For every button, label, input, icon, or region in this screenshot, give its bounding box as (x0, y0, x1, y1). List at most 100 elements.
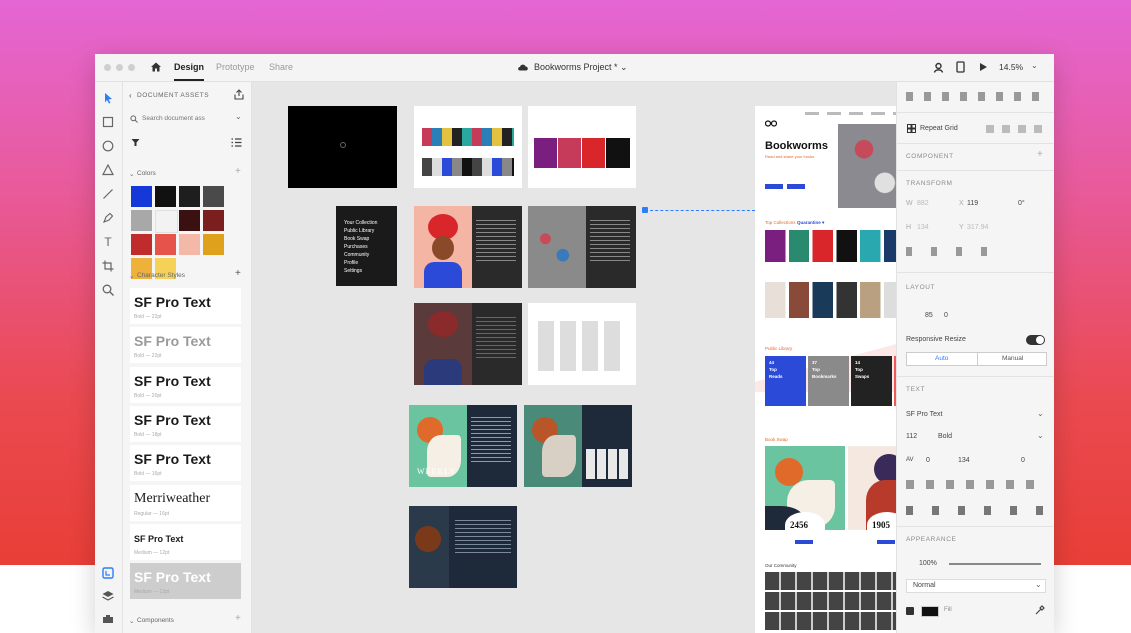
character-style-item[interactable]: SF Pro Text Bold — 22pt (130, 327, 241, 364)
select-tool-icon[interactable] (101, 91, 115, 105)
side-menu-item[interactable]: Community (344, 251, 377, 259)
repeat-grid-button[interactable]: Repeat Grid (920, 125, 958, 132)
color-swatch[interactable] (131, 186, 152, 207)
color-swatch[interactable] (155, 234, 176, 255)
window-close-dot[interactable] (104, 64, 111, 71)
add-character-style-button[interactable]: + (235, 268, 241, 279)
character-style-item[interactable]: SF Pro Text Bold — 22pt (130, 288, 241, 324)
boolean-ops-icons[interactable] (986, 125, 1046, 133)
padding-field[interactable]: 85 (925, 312, 933, 319)
add-color-button[interactable]: + (235, 166, 241, 177)
quarantine-dropdown[interactable]: Quarantine ▾ (797, 220, 824, 226)
add-component-button[interactable]: + (235, 613, 241, 624)
play-icon[interactable] (979, 62, 988, 72)
color-swatch[interactable] (179, 186, 200, 207)
y-field[interactable]: 317.94 (967, 224, 988, 231)
ellipse-tool-icon[interactable] (101, 139, 115, 153)
design-canvas[interactable]: Your Collection Public Library Book Swap Pu… (252, 82, 896, 633)
opacity-field[interactable]: 100% (919, 560, 937, 567)
share-icon[interactable] (234, 89, 244, 100)
font-size-field[interactable]: 112 (906, 433, 917, 440)
tab-share[interactable]: Share (269, 62, 293, 72)
side-menu-item[interactable]: Settings (344, 267, 377, 275)
user-icon[interactable] (933, 62, 944, 73)
color-swatch[interactable] (203, 210, 224, 231)
artboard-weekly[interactable] (528, 206, 636, 288)
artboard-collection[interactable] (414, 106, 522, 188)
character-style-item[interactable]: SF Pro Text Medium — 12pt (130, 523, 241, 560)
color-swatch[interactable] (179, 234, 200, 255)
side-menu-item[interactable]: Purchases (344, 243, 377, 251)
color-swatch[interactable] (155, 186, 176, 207)
character-style-item[interactable]: SF Pro Text Bold — 20pt (130, 366, 241, 403)
device-preview-icon[interactable] (956, 61, 965, 73)
swap-button-2[interactable] (877, 540, 895, 544)
artboard-weekly-dark[interactable] (409, 506, 517, 588)
blend-mode-dropdown[interactable]: Normal ⌄ (906, 579, 1046, 593)
fill-color-swatch[interactable] (921, 606, 939, 617)
library-tile[interactable]: 37 Top Bookmarks (808, 356, 849, 406)
color-swatch[interactable] (131, 234, 152, 255)
character-style-item[interactable]: SF Pro Text Bold — 16pt (130, 445, 241, 482)
character-style-item[interactable]: Merriweather Regular — 16pt (130, 484, 241, 521)
character-style-item[interactable]: SF Pro Text Medium — 12pt (130, 563, 241, 600)
font-family-dropdown[interactable]: SF Pro Text (906, 411, 942, 418)
home-icon[interactable] (150, 61, 162, 73)
artboard-splash[interactable] (288, 106, 397, 188)
polygon-tool-icon[interactable] (101, 163, 115, 177)
side-menu-item[interactable]: Book Swap (344, 235, 377, 243)
colors-chevron-icon[interactable]: ⌄ (129, 170, 134, 178)
artboard-weekly-green-2[interactable] (524, 405, 632, 487)
list-view-icon[interactable] (231, 138, 242, 147)
artboard-side-menu[interactable]: Your Collection Public Library Book Swap Pu… (336, 206, 397, 286)
opacity-slider[interactable] (949, 563, 1041, 565)
window-minimize-dot[interactable] (116, 64, 123, 71)
line-tool-icon[interactable] (101, 187, 115, 201)
height-field[interactable]: 134 (917, 224, 929, 231)
layers-icon[interactable] (101, 589, 115, 603)
window-maximize-dot[interactable] (128, 64, 135, 71)
artboard-web-homepage[interactable]: Bookworms Read and share your books Top … (755, 106, 896, 633)
artboard-grid-list[interactable] (528, 303, 636, 385)
text-tool-icon[interactable]: T (101, 235, 115, 249)
character-style-item[interactable]: SF Pro Text Bold — 18pt (130, 405, 241, 442)
pen-tool-icon[interactable] (101, 211, 115, 225)
artboard-quarantine[interactable] (528, 106, 636, 188)
padding-field-2[interactable]: 0 (944, 312, 948, 319)
paragraph-spacing-field[interactable]: 0 (1021, 457, 1025, 464)
connector-handle[interactable] (642, 207, 648, 213)
artboard-tool-icon[interactable] (101, 259, 115, 273)
zoom-chevron-icon[interactable]: ⌄ (1031, 61, 1038, 70)
hero-secondary-button[interactable] (787, 184, 805, 189)
font-weight-dropdown[interactable]: Bold (938, 433, 952, 440)
asset-search-input[interactable] (142, 112, 222, 124)
font-dropdown-chevron-icon[interactable]: ⌄ (1037, 409, 1044, 418)
zoom-level[interactable]: 14.5% (999, 62, 1023, 72)
search-dropdown-chevron-icon[interactable]: ⌄ (235, 112, 242, 121)
zoom-tool-icon[interactable] (101, 283, 115, 297)
library-tile[interactable]: 44 Top Reads (765, 356, 806, 406)
side-menu-item[interactable]: Profile (344, 259, 377, 267)
swap-button-1[interactable] (795, 540, 813, 544)
color-swatch[interactable] (131, 210, 152, 231)
text-align-row[interactable] (906, 480, 1046, 489)
manual-mode-button[interactable]: Manual (977, 352, 1047, 366)
eyedropper-icon[interactable] (1035, 605, 1045, 615)
side-menu-item[interactable]: Your Collection (344, 219, 377, 227)
assets-panel-icon[interactable] (101, 566, 115, 580)
hero-cta-button[interactable] (765, 184, 783, 189)
project-title[interactable]: Bookworms Project * ⌄ (534, 62, 628, 73)
fill-checkbox[interactable] (906, 607, 914, 615)
flip-tools-row[interactable] (906, 247, 1006, 256)
add-component-icon[interactable]: + (1037, 149, 1043, 160)
tab-design[interactable]: Design (174, 62, 204, 72)
repeat-grid-icon[interactable] (907, 124, 916, 133)
responsive-resize-toggle[interactable] (1026, 335, 1045, 345)
artboard-weekly-green[interactable]: WEEKLY (409, 405, 517, 487)
auto-mode-button[interactable]: Auto (906, 352, 978, 366)
weight-dropdown-chevron-icon[interactable]: ⌄ (1037, 431, 1044, 440)
text-transform-row[interactable] (906, 506, 1046, 515)
rectangle-tool-icon[interactable] (101, 115, 115, 129)
char-styles-chevron-icon[interactable]: ⌄ (129, 272, 134, 280)
x-field[interactable]: 119 (967, 200, 978, 207)
